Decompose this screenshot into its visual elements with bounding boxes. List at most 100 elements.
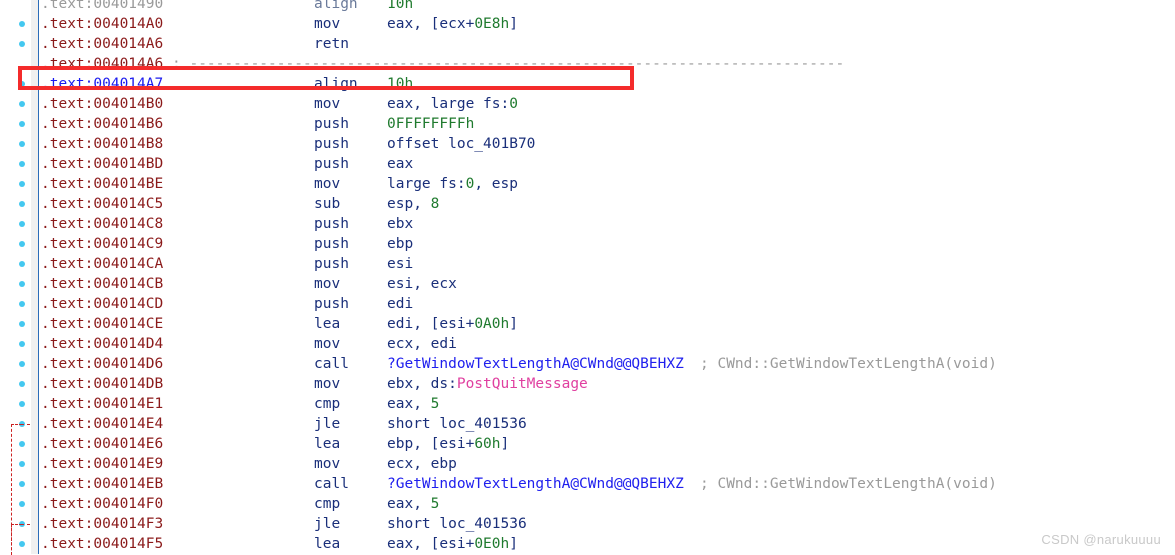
- instruction-mnemonic: push: [314, 136, 349, 152]
- instruction-mnemonic: mov: [314, 276, 341, 292]
- breakpoint-dot-icon[interactable]: [19, 161, 25, 167]
- instruction-operands[interactable]: short loc_401536: [387, 514, 527, 534]
- line-address: .text:004014DB: [41, 376, 164, 392]
- instruction-mnemonic: push: [314, 256, 349, 272]
- instruction-operands[interactable]: ?GetWindowTextLengthA@CWnd@@QBEHXZ: [387, 354, 684, 374]
- line-address: .text:004014C5: [41, 196, 164, 212]
- line-address: .text:004014E4: [41, 416, 164, 432]
- line-address: .text:004014EB: [41, 476, 164, 492]
- arrow-gutter: [31, 0, 38, 554]
- line-address: .text:004014B6: [41, 116, 164, 132]
- breakpoint-dot-icon[interactable]: [19, 221, 25, 227]
- breakpoint-dot-icon[interactable]: [19, 461, 25, 467]
- instruction-operands[interactable]: eax: [387, 154, 413, 174]
- instruction-operands[interactable]: 0FFFFFFFFh: [387, 114, 474, 134]
- instruction-mnemonic: mov: [314, 376, 341, 392]
- breakpoint-dot-icon[interactable]: [19, 181, 25, 187]
- line-address: .text:004014E1: [41, 396, 164, 412]
- instruction-operands[interactable]: esi: [387, 254, 413, 274]
- line-address: .text:004014A0: [41, 16, 164, 32]
- instruction-operands[interactable]: ebp: [387, 234, 413, 254]
- disassembly-view[interactable]: .text:00401490 align 10h .text:004014A0 mov e…: [0, 0, 1175, 555]
- breakpoint-dot-icon[interactable]: [19, 81, 25, 87]
- line-address: .text:004014E9: [41, 456, 164, 472]
- instruction-mnemonic: push: [314, 116, 349, 132]
- breakpoint-dot-icon[interactable]: [19, 361, 25, 367]
- instruction-mnemonic: align: [314, 76, 358, 92]
- breakpoint-dot-icon[interactable]: [19, 501, 25, 507]
- instruction-operands[interactable]: 10h: [387, 0, 413, 14]
- instruction-mnemonic: retn: [314, 36, 349, 52]
- line-address: .text:004014D6: [41, 356, 164, 372]
- jump-arrow-head: [21, 424, 30, 425]
- instruction-mnemonic: call: [314, 476, 349, 492]
- breakpoint-dot-icon[interactable]: [19, 141, 25, 147]
- instruction-operands[interactable]: large fs:0, esp: [387, 174, 518, 194]
- breakpoint-dot-icon[interactable]: [19, 341, 25, 347]
- breakpoint-dot-icon[interactable]: [19, 101, 25, 107]
- instruction-mnemonic: mov: [314, 456, 341, 472]
- breakpoint-dot-icon[interactable]: [19, 321, 25, 327]
- instruction-operands[interactable]: eax, 5: [387, 394, 439, 414]
- instruction-mnemonic: jle: [314, 416, 341, 432]
- line-address: .text:004014B8: [41, 136, 164, 152]
- instruction-operands[interactable]: edi, [esi+0A0h]: [387, 314, 518, 334]
- line-address: .text:004014BD: [41, 156, 164, 172]
- instruction-operands[interactable]: offset loc_401B70: [387, 134, 535, 154]
- instruction-mnemonic: push: [314, 216, 349, 232]
- watermark: CSDN @narukuuuu: [1041, 532, 1161, 547]
- breakpoint-dot-icon[interactable]: [19, 241, 25, 247]
- instruction-operands[interactable]: eax, 5: [387, 494, 439, 514]
- breakpoint-dot-icon[interactable]: [19, 441, 25, 447]
- instruction-mnemonic: cmp: [314, 496, 341, 512]
- line-address: .text:004014CB: [41, 276, 164, 292]
- line-address: .text:004014CD: [41, 296, 164, 312]
- instruction-operands[interactable]: short loc_401536: [387, 414, 527, 434]
- line-address: .text:004014F3: [41, 516, 164, 532]
- line-address: .text:004014C9: [41, 236, 164, 252]
- breakpoint-dot-icon[interactable]: [19, 21, 25, 27]
- breakpoint-dot-icon[interactable]: [19, 261, 25, 267]
- instruction-mnemonic: mov: [314, 96, 341, 112]
- breakpoint-dot-icon[interactable]: [19, 41, 25, 47]
- line-address: .text:004014C8: [41, 216, 164, 232]
- line-address: .text:004014A7: [41, 76, 164, 92]
- instruction-operands[interactable]: ecx, edi: [387, 334, 457, 354]
- instruction-mnemonic: call: [314, 356, 349, 372]
- breakpoint-dot-icon[interactable]: [19, 541, 25, 547]
- instruction-operands[interactable]: eax, large fs:0: [387, 94, 518, 114]
- gutter-divider-line: [38, 0, 39, 554]
- instruction-operands[interactable]: eax, [ecx+0E8h]: [387, 14, 518, 34]
- instruction-mnemonic: push: [314, 296, 349, 312]
- breakpoint-dot-icon[interactable]: [19, 201, 25, 207]
- instruction-operands[interactable]: eax, [esi+0E0h]: [387, 534, 518, 554]
- instruction-operands[interactable]: ebp, [esi+60h]: [387, 434, 509, 454]
- breakpoint-dot-icon[interactable]: [19, 301, 25, 307]
- instruction-operands[interactable]: ecx, ebp: [387, 454, 457, 474]
- instruction-mnemonic: push: [314, 236, 349, 252]
- instruction-operands[interactable]: esi, ecx: [387, 274, 457, 294]
- instruction-operands[interactable]: esp, 8: [387, 194, 439, 214]
- breakpoint-dot-icon[interactable]: [19, 401, 25, 407]
- instruction-operands[interactable]: ?GetWindowTextLengthA@CWnd@@QBEHXZ: [387, 474, 684, 494]
- instruction-mnemonic: mov: [314, 16, 341, 32]
- instruction-operands[interactable]: ebx, ds:PostQuitMessage: [387, 374, 588, 394]
- breakpoint-dot-icon[interactable]: [19, 281, 25, 287]
- line-address: .text:00401490: [41, 0, 164, 12]
- breakpoint-dot-icon[interactable]: [19, 481, 25, 487]
- line-address: .text:004014F5: [41, 536, 164, 552]
- instruction-operands[interactable]: edi: [387, 294, 413, 314]
- breakpoint-dot-icon[interactable]: [19, 381, 25, 387]
- instruction-operands[interactable]: ebx: [387, 214, 413, 234]
- line-address: .text:004014A6: [41, 56, 164, 72]
- line-address: .text:004014CA: [41, 256, 164, 272]
- instruction-operands[interactable]: 10h: [387, 74, 413, 94]
- line-address: .text:004014BE: [41, 176, 164, 192]
- instruction-mnemonic: lea: [314, 316, 341, 332]
- instruction-mnemonic: mov: [314, 336, 341, 352]
- line-comment: ; CWnd::GetWindowTextLengthA(void): [700, 476, 997, 492]
- breakpoint-dot-icon[interactable]: [19, 121, 25, 127]
- line-address: .text:004014E6: [41, 436, 164, 452]
- jump-arrow: [11, 524, 22, 555]
- instruction-mnemonic: align: [314, 0, 358, 12]
